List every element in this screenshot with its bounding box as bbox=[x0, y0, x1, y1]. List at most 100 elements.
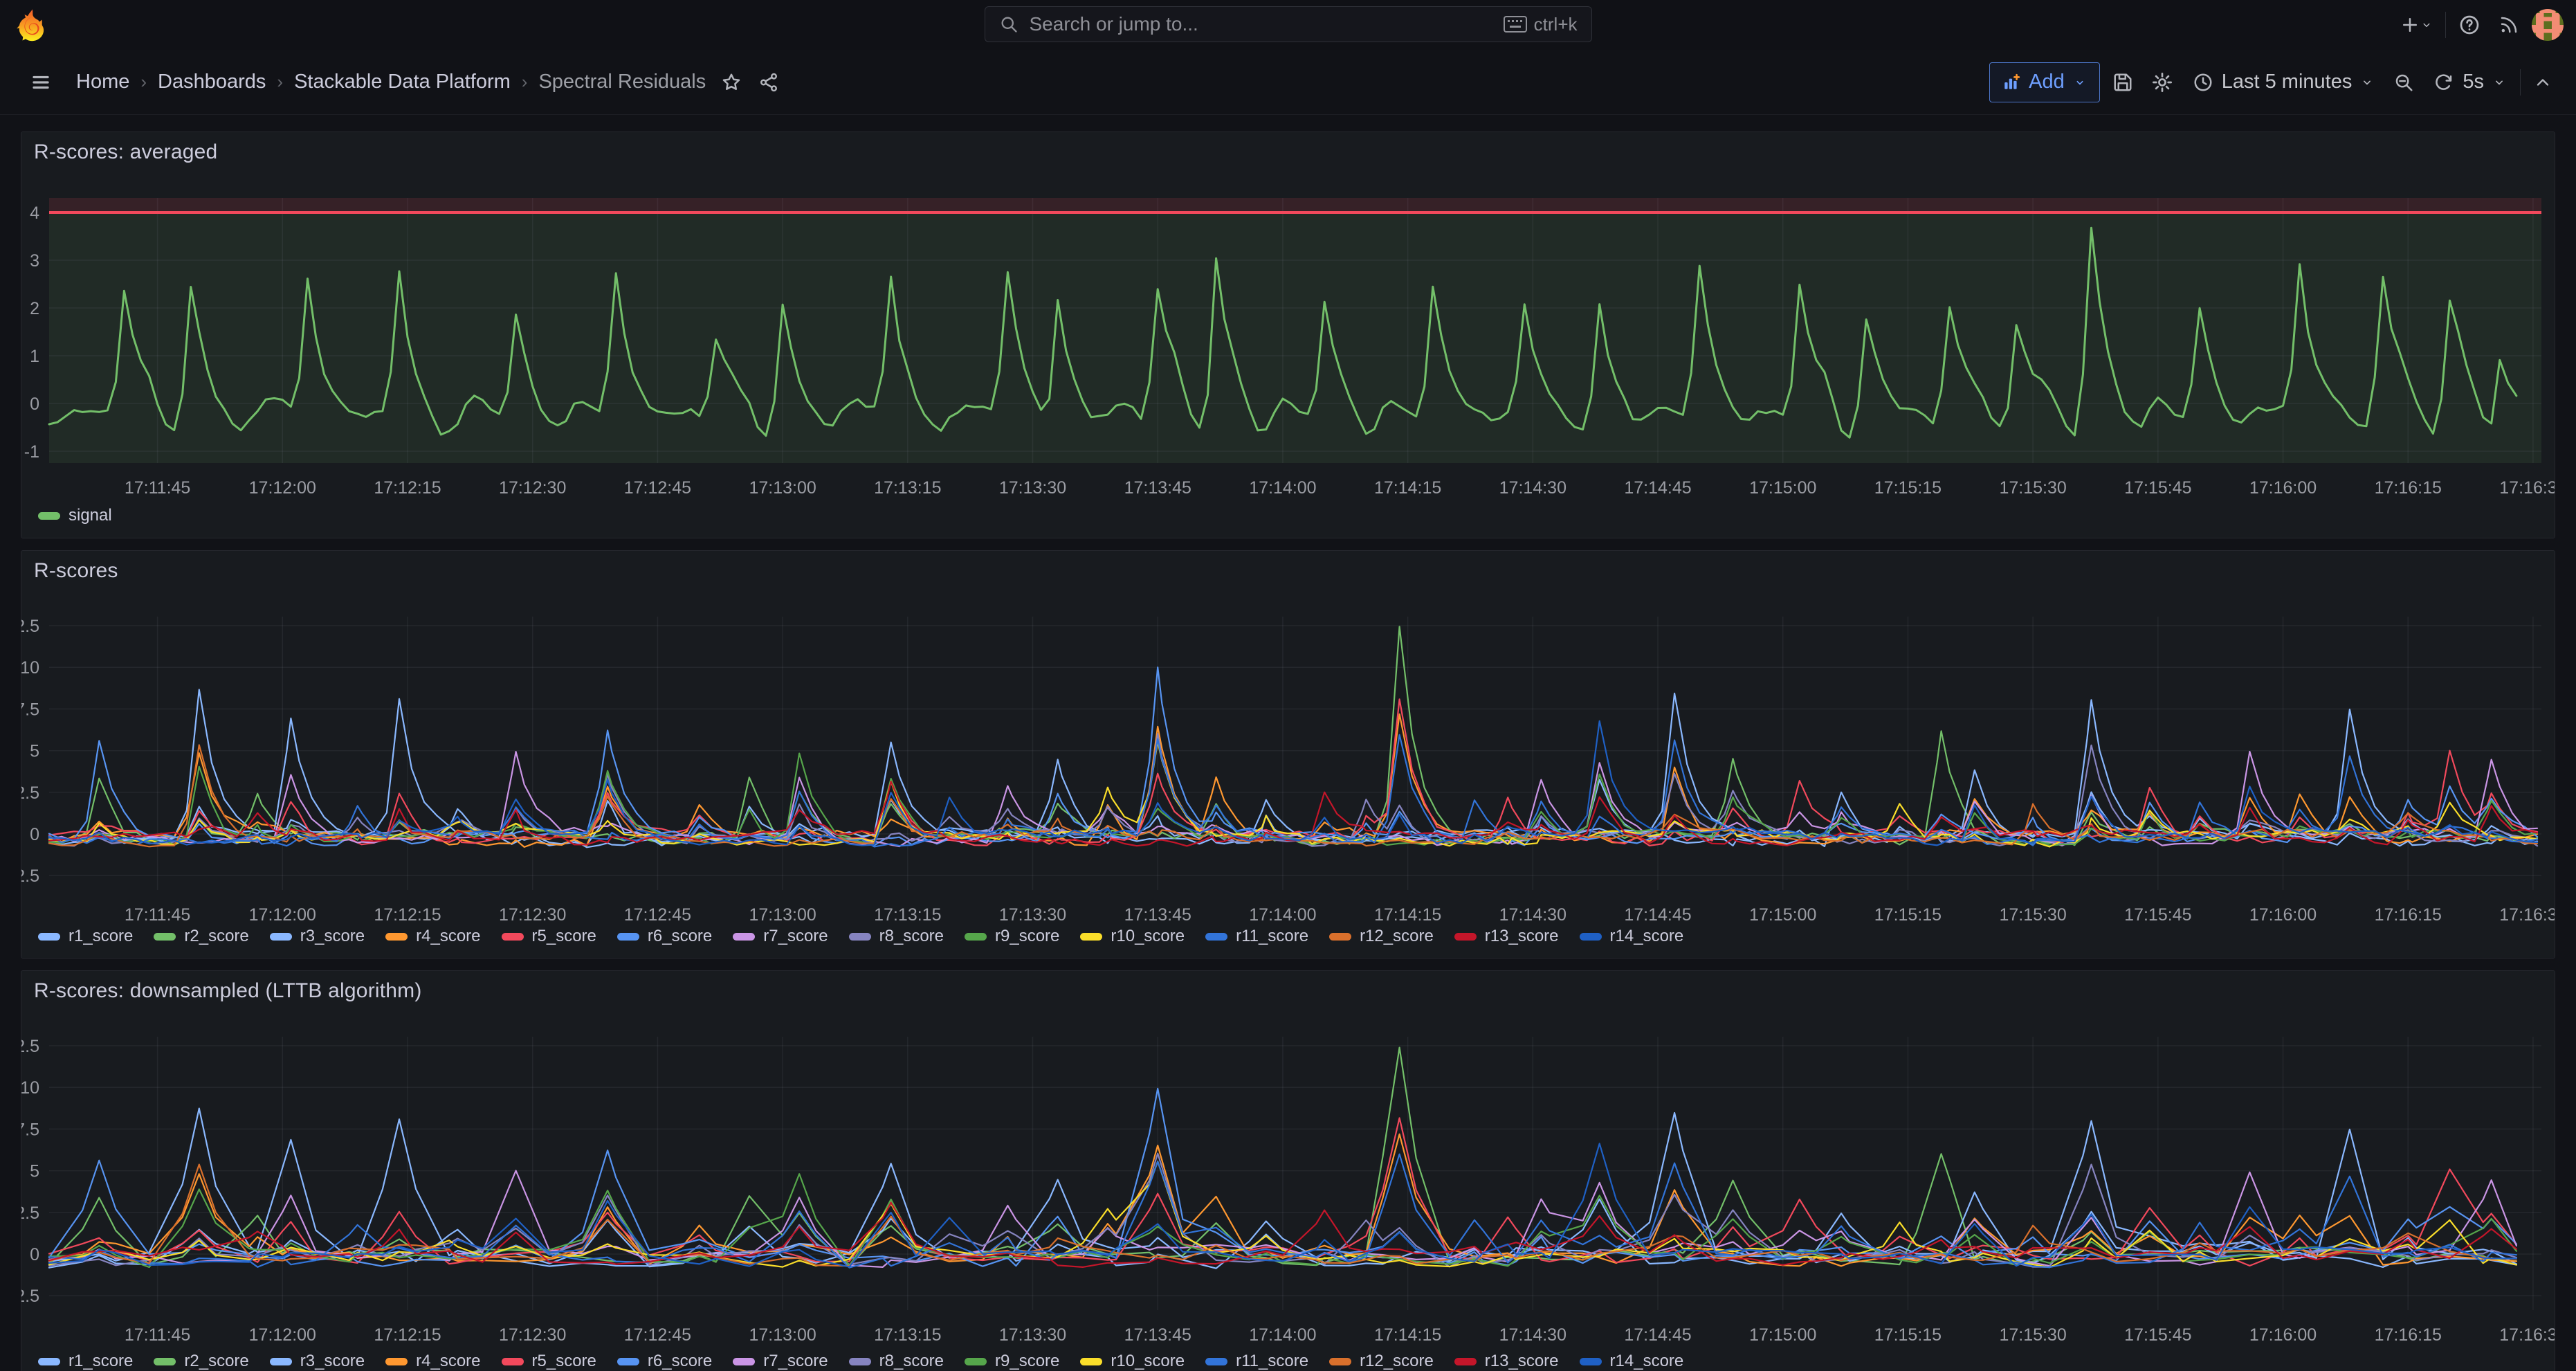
legend-item-r1_score[interactable]: r1_score bbox=[38, 1352, 133, 1371]
user-avatar[interactable] bbox=[2532, 9, 2564, 41]
legend-label: r10_score bbox=[1111, 927, 1185, 946]
legend-item-r3_score[interactable]: r3_score bbox=[270, 927, 365, 946]
y-tick-label: 10 bbox=[21, 658, 39, 678]
legend-label: r1_score bbox=[68, 1352, 133, 1371]
panel-r-scores-downsampled: R-scores: downsampled (LTTB algorithm) 1… bbox=[21, 970, 2555, 1371]
add-panel-button[interactable]: Add bbox=[1989, 62, 2100, 102]
legend-item-r4_score[interactable]: r4_score bbox=[385, 927, 480, 946]
dashboard-toolbar: Home›Dashboards›Stackable Data Platform›… bbox=[0, 50, 2576, 115]
legend-item-r2_score[interactable]: r2_score bbox=[154, 1352, 248, 1371]
legend-swatch bbox=[154, 1358, 176, 1365]
legend-item-r7_score[interactable]: r7_score bbox=[733, 927, 828, 946]
dashboard-actions bbox=[715, 63, 785, 102]
chart-r-scores-averaged[interactable]: 43210-117:11:4517:12:0017:12:1517:12:301… bbox=[21, 132, 2555, 538]
x-tick-label: 17:12:45 bbox=[624, 905, 691, 925]
news-button[interactable] bbox=[2493, 6, 2525, 44]
legend-label: r14_score bbox=[1610, 927, 1684, 946]
chevron-down-icon bbox=[2360, 75, 2374, 89]
legend-item-r1_score[interactable]: r1_score bbox=[38, 927, 133, 946]
breadcrumb-item-dashboards[interactable]: Dashboards bbox=[158, 71, 266, 93]
x-tick-label: 17:12:30 bbox=[499, 905, 566, 925]
legend-label: r2_score bbox=[184, 1352, 248, 1371]
breadcrumb-item-stackable-data-platform[interactable]: Stackable Data Platform bbox=[294, 71, 511, 93]
time-range-picker[interactable]: Last 5 minutes bbox=[2186, 63, 2382, 102]
x-tick-label: 17:13:30 bbox=[999, 905, 1066, 925]
legend-label: r1_score bbox=[68, 927, 133, 946]
breadcrumb-item-spectral-residuals: Spectral Residuals bbox=[538, 71, 706, 93]
mega-menu-toggle[interactable] bbox=[24, 63, 58, 102]
dashboard-settings-button[interactable] bbox=[2146, 63, 2179, 102]
legend-label: r8_score bbox=[879, 927, 944, 946]
x-tick-label: 17:14:45 bbox=[1624, 1325, 1691, 1345]
legend-item-r11_score[interactable]: r11_score bbox=[1205, 1352, 1308, 1371]
x-tick-label: 17:16:30 bbox=[2499, 478, 2555, 498]
legend-item-r8_score[interactable]: r8_score bbox=[849, 1352, 944, 1371]
new-button[interactable] bbox=[2394, 6, 2438, 44]
x-tick-label: 17:14:00 bbox=[1249, 478, 1316, 498]
x-tick-label: 17:14:00 bbox=[1249, 905, 1316, 925]
chevron-down-icon bbox=[2073, 75, 2087, 89]
legend-item-r6_score[interactable]: r6_score bbox=[617, 927, 712, 946]
chart-r-scores[interactable]: 12.5107.552.50-2.517:11:4517:12:0017:12:… bbox=[21, 551, 2555, 958]
legend-swatch bbox=[965, 1358, 987, 1365]
legend-label: r12_score bbox=[1360, 927, 1434, 946]
chevron-up-icon bbox=[2533, 73, 2552, 92]
legend-item-r10_score[interactable]: r10_score bbox=[1080, 927, 1185, 946]
legend-item-r8_score[interactable]: r8_score bbox=[849, 927, 944, 946]
breadcrumb-item-home[interactable]: Home bbox=[76, 71, 129, 93]
legend-swatch bbox=[1205, 1358, 1227, 1365]
grafana-logo[interactable] bbox=[15, 8, 48, 42]
favorite-button[interactable] bbox=[715, 63, 747, 102]
legend-swatch bbox=[38, 933, 60, 941]
y-tick-label: 5 bbox=[30, 1162, 39, 1181]
legend-item-r5_score[interactable]: r5_score bbox=[502, 927, 596, 946]
help-button[interactable] bbox=[2453, 6, 2486, 44]
legend-item-r2_score[interactable]: r2_score bbox=[154, 927, 248, 946]
x-tick-label: 17:15:30 bbox=[1999, 478, 2066, 498]
chart-r-scores-downsampled[interactable]: 12.5107.552.50-2.517:11:4517:12:0017:12:… bbox=[21, 971, 2555, 1371]
kiosk-collapse-button[interactable] bbox=[2528, 63, 2558, 102]
x-tick-label: 17:13:00 bbox=[749, 1325, 816, 1345]
threshold-region-above bbox=[49, 198, 2541, 212]
save-dashboard-button[interactable] bbox=[2107, 63, 2139, 102]
x-tick-label: 17:13:45 bbox=[1124, 478, 1191, 498]
legend-item-r5_score[interactable]: r5_score bbox=[502, 1352, 596, 1371]
share-button[interactable] bbox=[753, 63, 785, 102]
legend-item-r13_score[interactable]: r13_score bbox=[1454, 927, 1559, 946]
y-tick-label: -1 bbox=[24, 442, 39, 462]
search-input[interactable] bbox=[1028, 12, 1504, 36]
legend-item-r12_score[interactable]: r12_score bbox=[1329, 927, 1434, 946]
x-tick-label: 17:13:45 bbox=[1124, 1325, 1191, 1345]
x-tick-label: 17:14:15 bbox=[1374, 1325, 1441, 1345]
x-tick-label: 17:12:00 bbox=[249, 1325, 316, 1345]
legend-item-r6_score[interactable]: r6_score bbox=[617, 1352, 712, 1371]
legend-item-r7_score[interactable]: r7_score bbox=[733, 1352, 828, 1371]
legend-swatch bbox=[617, 1358, 639, 1365]
legend-item-r3_score[interactable]: r3_score bbox=[270, 1352, 365, 1371]
legend-item-signal[interactable]: signal bbox=[38, 506, 112, 525]
legend-item-r9_score[interactable]: r9_score bbox=[965, 1352, 1059, 1371]
refresh-picker[interactable]: 5s bbox=[2427, 63, 2513, 102]
x-tick-label: 17:15:00 bbox=[1749, 905, 1816, 925]
legend-swatch bbox=[1329, 933, 1351, 941]
legend-label: r3_score bbox=[300, 1352, 365, 1371]
legend-item-r14_score[interactable]: r14_score bbox=[1580, 1352, 1684, 1371]
divider bbox=[2520, 69, 2521, 96]
legend-item-r9_score[interactable]: r9_score bbox=[965, 927, 1059, 946]
x-tick-label: 17:14:45 bbox=[1624, 905, 1691, 925]
chevron-down-icon bbox=[2420, 19, 2433, 31]
legend-item-r14_score[interactable]: r14_score bbox=[1580, 927, 1684, 946]
legend-item-r4_score[interactable]: r4_score bbox=[385, 1352, 480, 1371]
x-tick-label: 17:15:45 bbox=[2124, 478, 2191, 498]
x-tick-label: 17:16:00 bbox=[2249, 1325, 2317, 1345]
top-bar: ctrl+k bbox=[0, 0, 2576, 51]
legend-item-r13_score[interactable]: r13_score bbox=[1454, 1352, 1559, 1371]
zoom-out-button[interactable] bbox=[2388, 63, 2420, 102]
y-tick-label: -2.5 bbox=[21, 866, 39, 886]
legend-item-r12_score[interactable]: r12_score bbox=[1329, 1352, 1434, 1371]
star-icon bbox=[721, 72, 742, 93]
legend-swatch bbox=[849, 1358, 871, 1365]
global-search[interactable]: ctrl+k bbox=[985, 6, 1592, 42]
legend-item-r10_score[interactable]: r10_score bbox=[1080, 1352, 1185, 1371]
legend-item-r11_score[interactable]: r11_score bbox=[1205, 927, 1308, 946]
